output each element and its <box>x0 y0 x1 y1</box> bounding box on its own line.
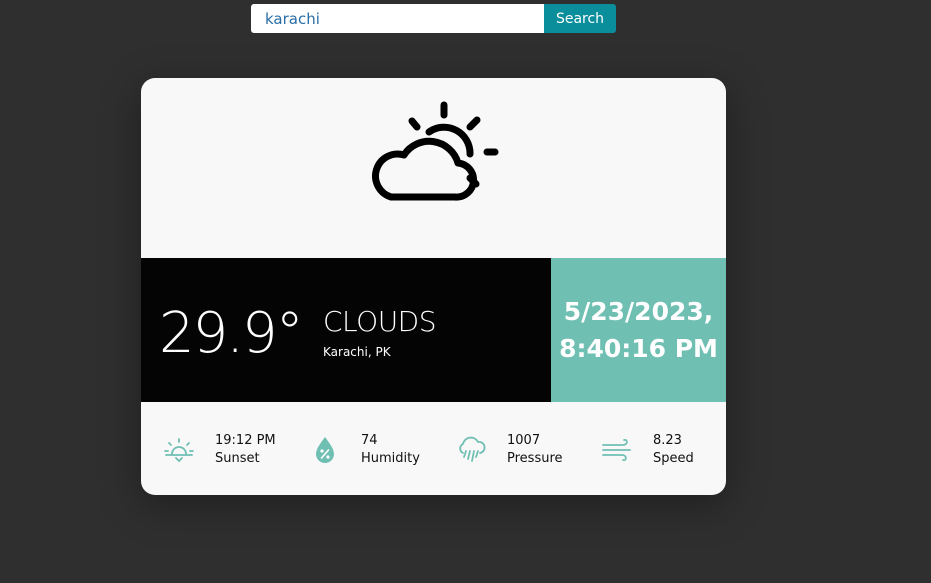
cloud-sun-icon <box>372 101 499 201</box>
datetime-panel: 5/23/2023, 8:40:16 PM <box>551 258 726 402</box>
stat-text: 74 Humidity <box>361 432 420 468</box>
sunset-value: 19:12 PM <box>215 433 276 448</box>
search-input[interactable] <box>251 4 544 33</box>
stat-text: 8.23 Speed <box>653 432 694 468</box>
rain-cloud-icon <box>459 436 486 462</box>
date-label: 5/23/2023, <box>563 297 714 326</box>
stat-text: 19:12 PM Sunset <box>215 432 276 468</box>
weather-icon-area <box>141 78 726 258</box>
pressure-label: Pressure <box>507 451 563 466</box>
search-bar: Search <box>251 4 616 33</box>
time-label: 8:40:16 PM <box>559 334 718 363</box>
wind-speed-label: Speed <box>653 451 694 466</box>
wind-icon <box>602 439 631 461</box>
weather-stats: 19:12 PM Sunset 74 Humidity 1007 Pressur… <box>141 402 726 495</box>
sunset-label: Sunset <box>215 451 260 466</box>
location-label: Karachi, PK <box>323 345 391 359</box>
stat-text: 1007 Pressure <box>507 432 563 468</box>
temperature-panel: 29.9° CLOUDS Karachi, PK <box>141 258 551 402</box>
pressure-value: 1007 <box>507 433 541 448</box>
temperature-value: 29.9° <box>159 301 304 366</box>
weather-condition: CLOUDS <box>323 305 437 338</box>
humidity-label: Humidity <box>361 451 420 466</box>
wind-speed-value: 8.23 <box>653 433 682 448</box>
search-button[interactable]: Search <box>544 4 616 33</box>
sunset-icon <box>164 438 194 463</box>
humidity-drop-icon <box>316 437 334 463</box>
weather-card: 29.9° CLOUDS Karachi, PK 5/23/2023, 8:40… <box>141 78 726 495</box>
humidity-value: 74 <box>361 433 378 448</box>
